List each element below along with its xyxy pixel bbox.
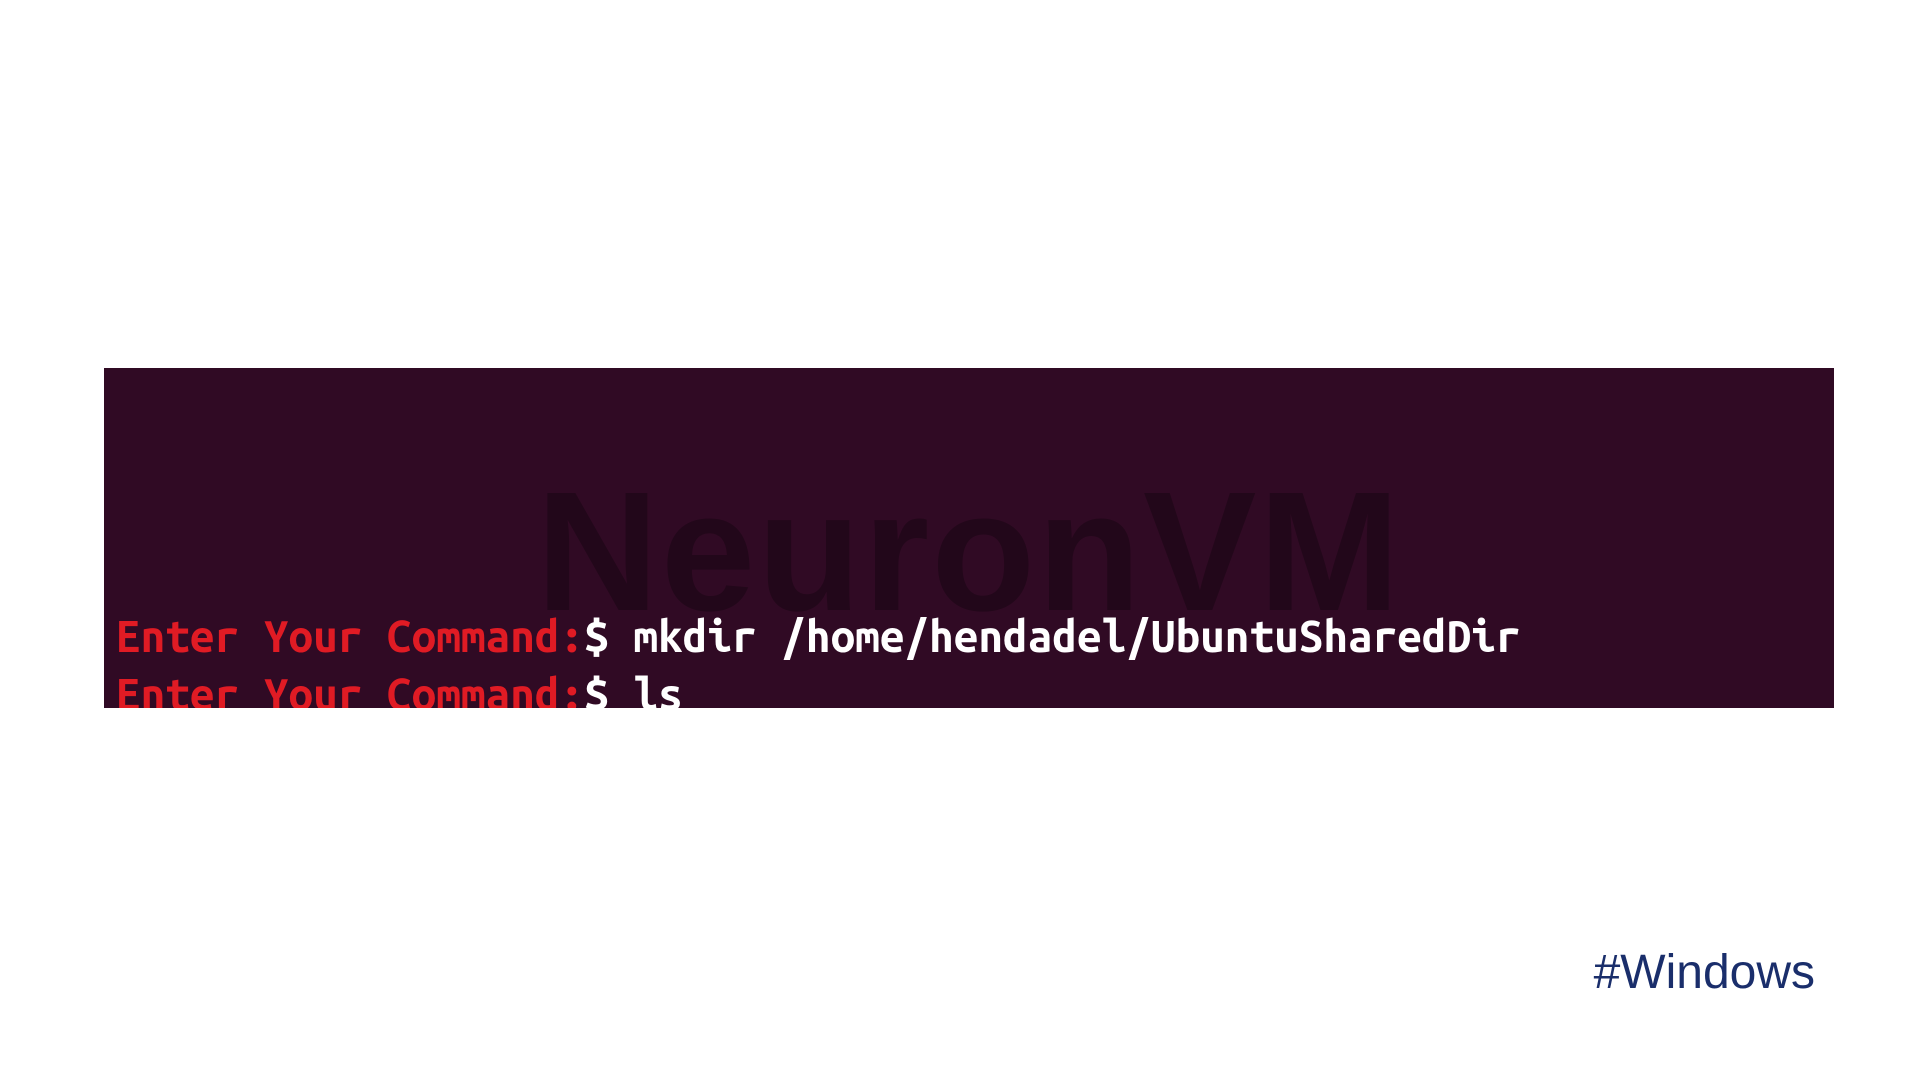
command-text: ls	[633, 670, 682, 708]
hashtag-label: #Windows	[1594, 945, 1815, 1000]
prompt-dollar: $	[584, 612, 609, 661]
terminal-content: Enter Your Command:$ mkdir /home/hendade…	[116, 550, 1822, 708]
terminal-window[interactable]: NeuronVM Enter Your Command:$ mkdir /hom…	[104, 368, 1834, 708]
prompt-text: Enter Your Command:	[116, 670, 584, 708]
prompt-dollar: $	[584, 670, 609, 708]
prompt-text: Enter Your Command:	[116, 612, 584, 661]
command-text: mkdir /home/hendadel/UbuntuSharedDir	[633, 612, 1520, 661]
